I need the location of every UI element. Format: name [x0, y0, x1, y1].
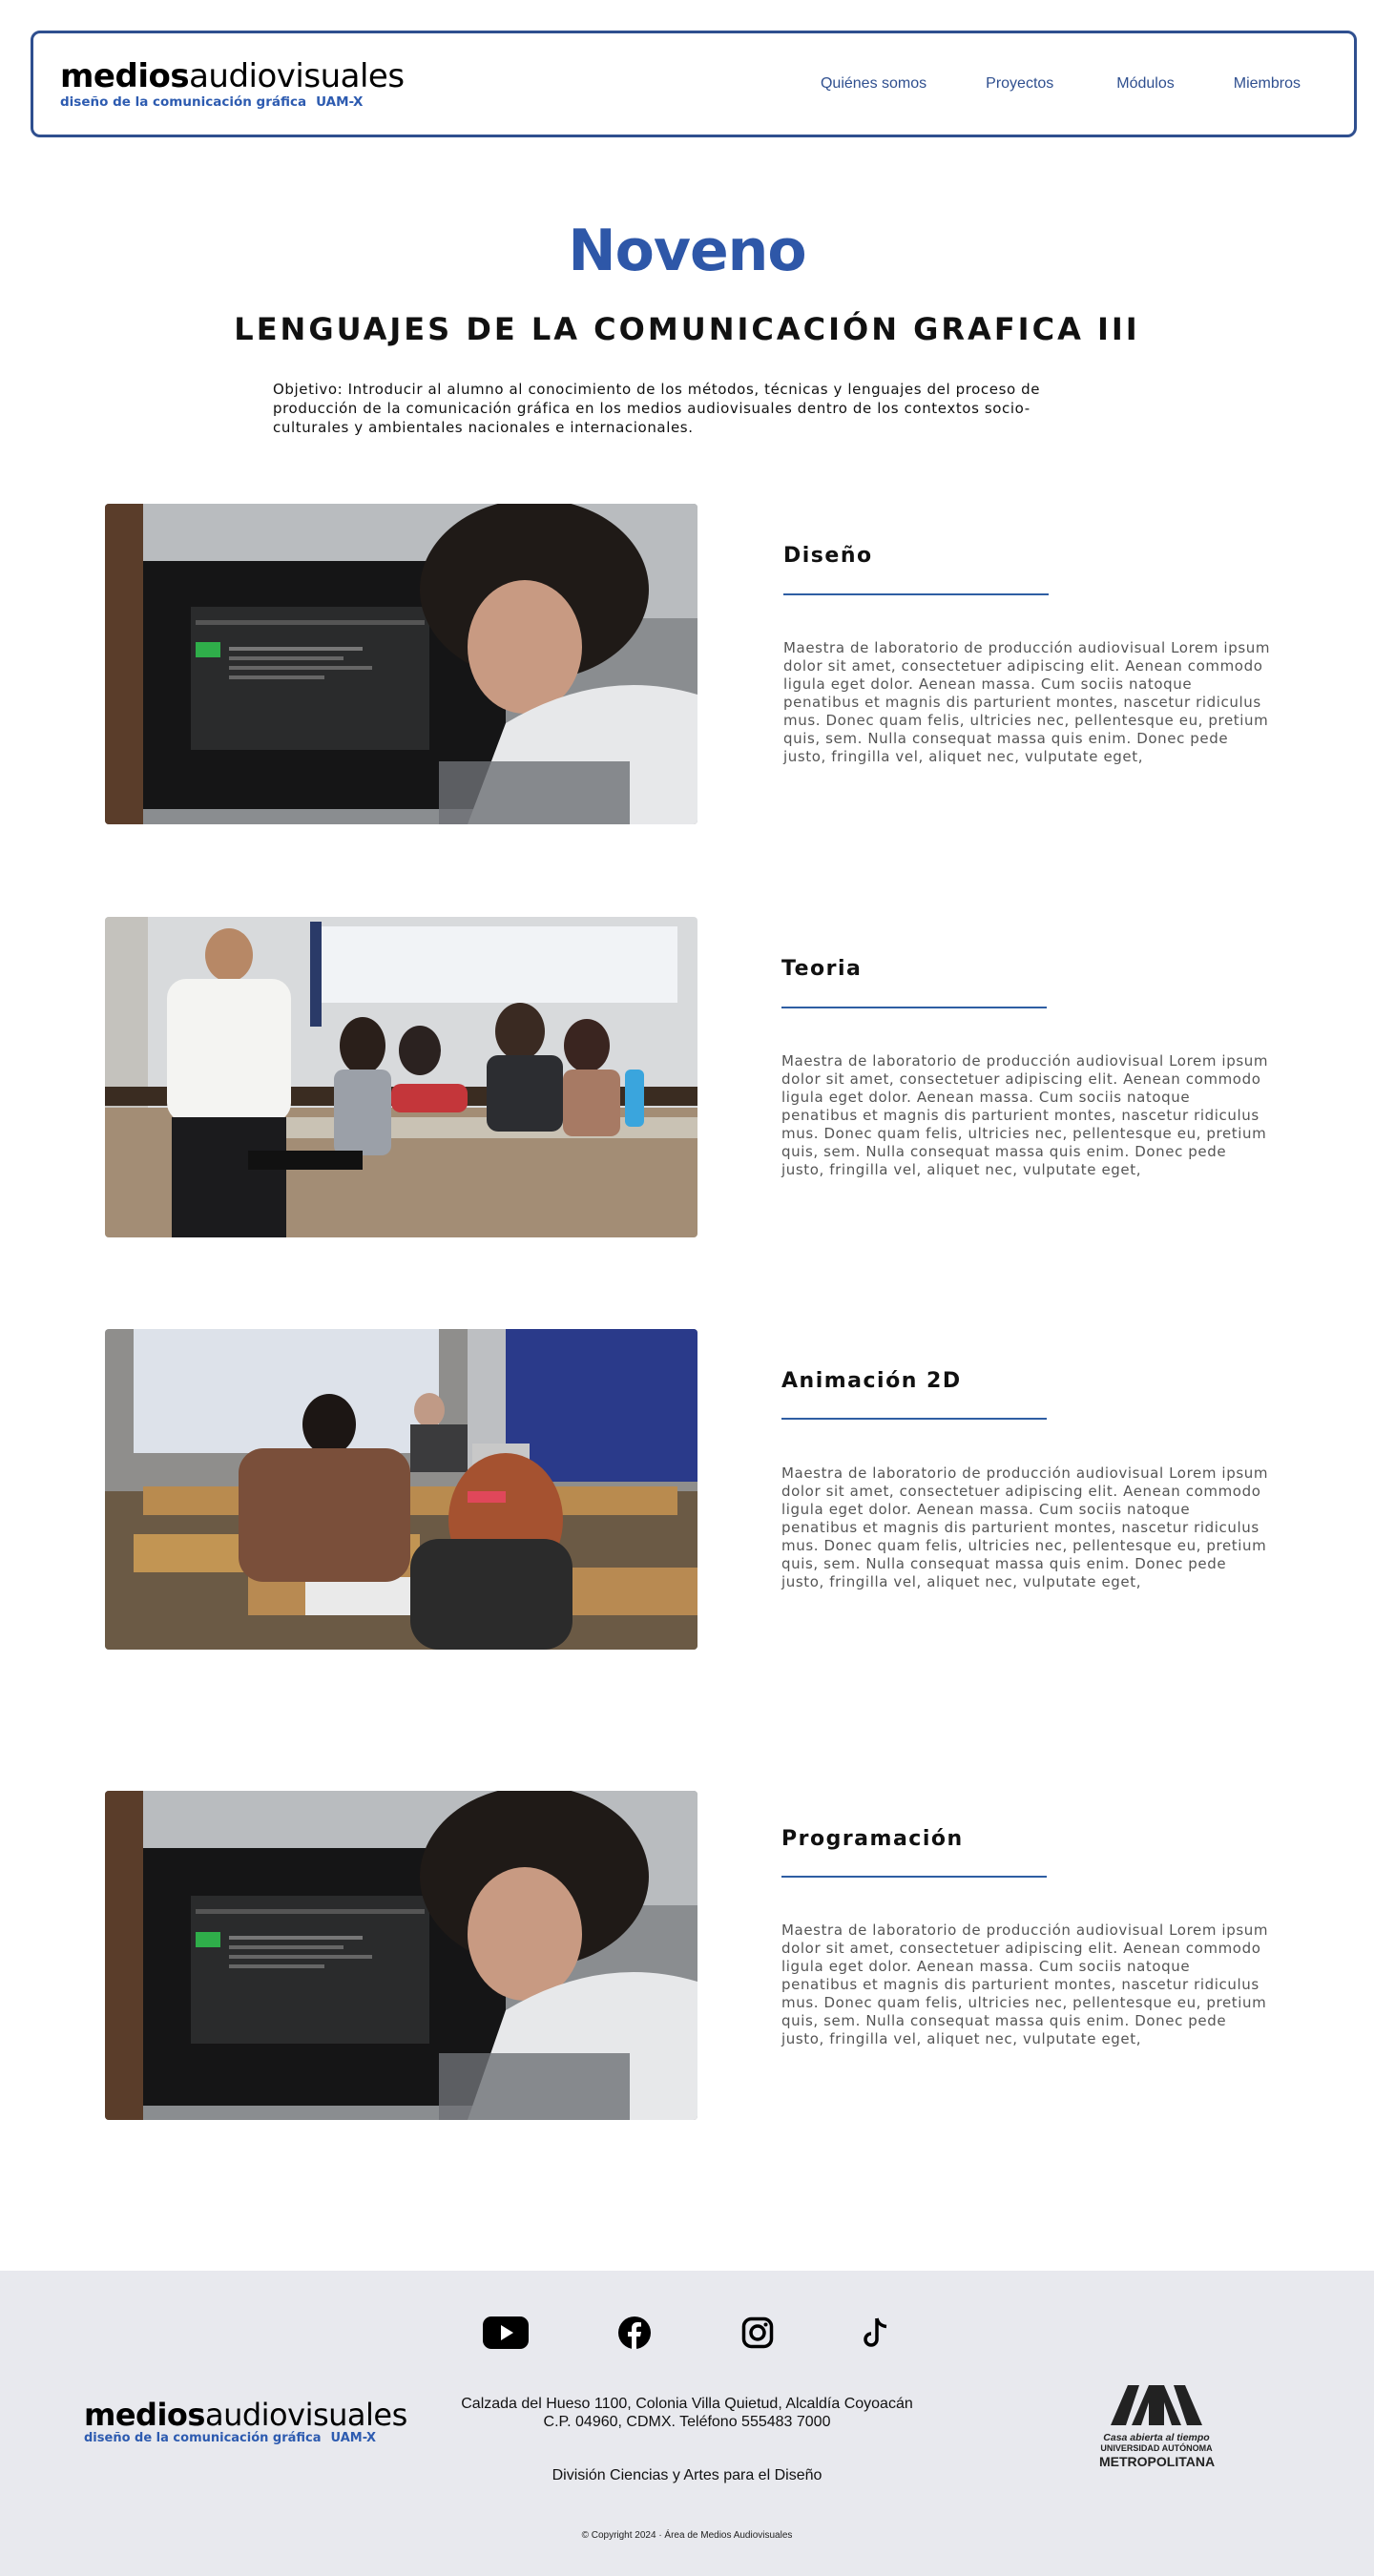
- youtube-icon[interactable]: [483, 2316, 529, 2354]
- footer-copyright: © Copyright 2024 · Área de Medios Audiov…: [581, 2530, 793, 2541]
- section-divider: [781, 1876, 1047, 1878]
- section-divider: [783, 593, 1049, 595]
- section-photo-programacion: [105, 1791, 697, 2120]
- section-text: Maestra de laboratorio de producción aud…: [781, 1465, 1269, 1590]
- site-footer: mediosaudiovisuales diseño de la comunic…: [0, 2271, 1374, 2576]
- section-title: Programación: [781, 1827, 964, 1851]
- logo-tagline: diseño de la comunicación gráfica UAM-X: [60, 94, 364, 110]
- site-logo[interactable]: mediosaudiovisuales diseño de la comunic…: [60, 58, 405, 110]
- instagram-icon[interactable]: [741, 2316, 774, 2354]
- tiktok-icon[interactable]: [861, 2316, 891, 2356]
- uam-motto: Casa abierta al tiempo: [1103, 2432, 1210, 2443]
- facebook-icon[interactable]: [618, 2316, 651, 2354]
- section-divider: [781, 1418, 1047, 1420]
- section-text: Maestra de laboratorio de producción aud…: [781, 1052, 1269, 1178]
- uam-name-bold: METROPOLITANA: [1099, 2454, 1216, 2469]
- page-title: Noveno: [568, 218, 806, 284]
- section-text: Maestra de laboratorio de producción aud…: [781, 1922, 1269, 2047]
- logo-wordmark: mediosaudiovisuales: [60, 57, 405, 95]
- uam-name-line: UNIVERSIDAD AUTÓNOMA: [1100, 2443, 1213, 2453]
- section-photo-diseno: [105, 504, 697, 824]
- section-title: Animación 2D: [781, 1369, 962, 1393]
- site-header: mediosaudiovisuales diseño de la comunic…: [31, 31, 1357, 137]
- section-photo-teoria: [105, 917, 697, 1237]
- section-title: Teoria: [781, 957, 863, 981]
- main-nav: Quiénes somos Proyectos Módulos Miembros: [821, 75, 1301, 93]
- section-divider: [781, 1007, 1047, 1008]
- nav-modulos[interactable]: Módulos: [1116, 75, 1174, 93]
- section-photo-animacion: [105, 1329, 697, 1650]
- uam-logo[interactable]: Casa abierta al tiempo UNIVERSIDAD AUTÓN…: [1099, 2383, 1216, 2469]
- objective-text: Objetivo: Introducir al alumno al conoci…: [273, 381, 1041, 436]
- nav-proyectos[interactable]: Proyectos: [986, 75, 1053, 93]
- logo-tagline: diseño de la comunicación gráfica UAM-X: [84, 2431, 377, 2445]
- nav-miembros[interactable]: Miembros: [1234, 75, 1301, 93]
- footer-division: División Ciencias y Artes para el Diseño: [552, 2467, 822, 2483]
- page-subtitle: LENGUAJES DE LA COMUNICACIÓN GRAFICA III: [234, 311, 1140, 347]
- section-title: Diseño: [783, 544, 873, 568]
- uam-emblem-icon: [1111, 2385, 1202, 2425]
- section-text: Maestra de laboratorio de producción aud…: [783, 639, 1271, 765]
- nav-quienes-somos[interactable]: Quiénes somos: [821, 75, 926, 93]
